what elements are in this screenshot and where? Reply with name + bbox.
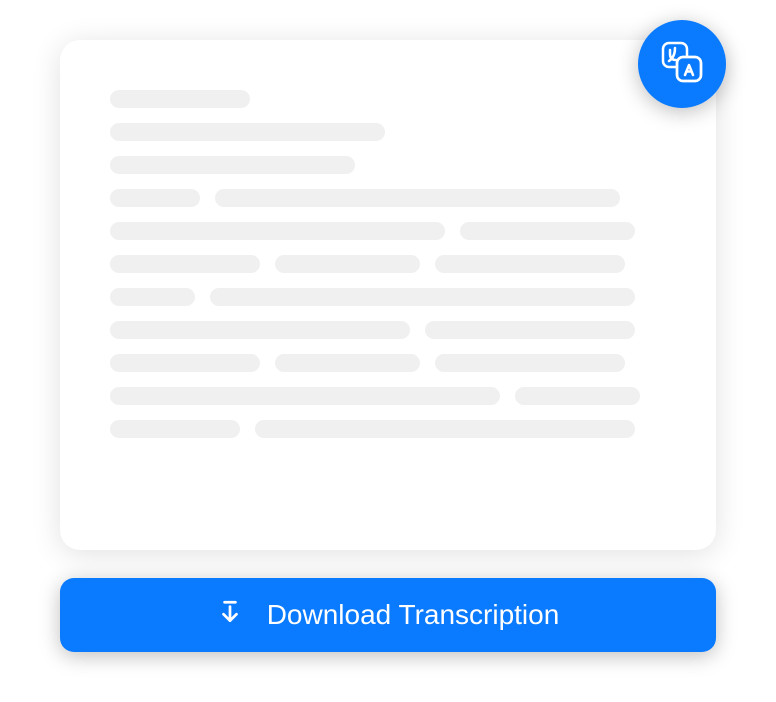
- skeleton-pill: [110, 123, 385, 141]
- skeleton-row: [110, 321, 666, 339]
- skeleton-pill: [110, 420, 240, 438]
- skeleton-pill: [255, 420, 635, 438]
- skeleton-pill: [210, 288, 635, 306]
- skeleton-row: [110, 156, 666, 174]
- transcription-card: [60, 40, 716, 550]
- download-transcription-button[interactable]: Download Transcription: [60, 578, 716, 652]
- skeleton-row: [110, 255, 666, 273]
- skeleton-pill: [110, 288, 195, 306]
- skeleton-pill: [110, 156, 355, 174]
- skeleton-pill: [110, 255, 260, 273]
- skeleton-pill: [110, 321, 410, 339]
- skeleton-row: [110, 288, 666, 306]
- skeleton-row: [110, 90, 666, 108]
- skeleton-row: [110, 123, 666, 141]
- skeleton-pill: [435, 255, 625, 273]
- translate-icon: [657, 37, 707, 91]
- skeleton-row: [110, 420, 666, 438]
- skeleton-pill: [110, 222, 445, 240]
- skeleton-pill: [215, 189, 620, 207]
- skeleton-pill: [460, 222, 635, 240]
- translate-badge[interactable]: [638, 20, 726, 108]
- skeleton-pill: [515, 387, 640, 405]
- skeleton-row: [110, 189, 666, 207]
- transcription-placeholder: [110, 90, 666, 438]
- skeleton-row: [110, 387, 666, 405]
- skeleton-pill: [275, 255, 420, 273]
- skeleton-row: [110, 354, 666, 372]
- download-icon: [217, 599, 243, 632]
- download-button-label: Download Transcription: [267, 599, 560, 631]
- skeleton-pill: [110, 189, 200, 207]
- skeleton-pill: [435, 354, 625, 372]
- skeleton-pill: [110, 387, 500, 405]
- skeleton-pill: [110, 354, 260, 372]
- skeleton-pill: [425, 321, 635, 339]
- skeleton-pill: [275, 354, 420, 372]
- skeleton-pill: [110, 90, 250, 108]
- skeleton-row: [110, 222, 666, 240]
